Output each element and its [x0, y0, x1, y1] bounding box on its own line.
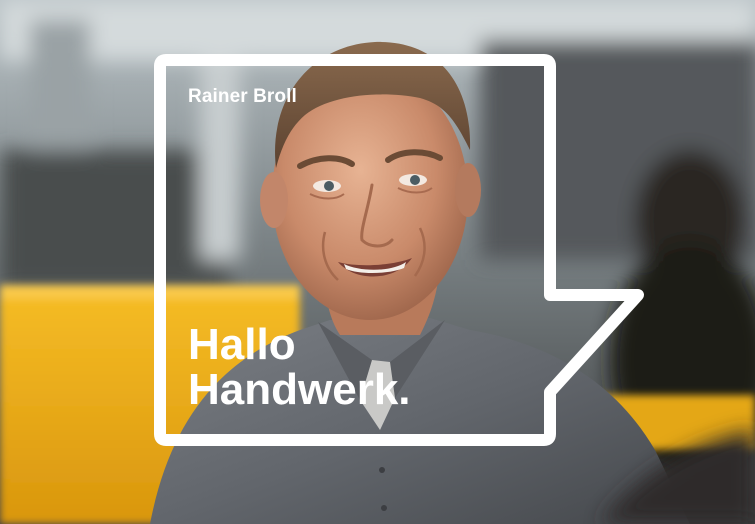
headline: Hallo Handwerk. [188, 322, 411, 412]
photo-background [0, 0, 755, 524]
person-name: Rainer Broll [188, 86, 297, 107]
headline-line-1: Hallo [188, 320, 296, 369]
hero-image: Rainer Broll Hallo Handwerk. [0, 0, 755, 524]
headline-line-2: Handwerk. [188, 365, 411, 414]
